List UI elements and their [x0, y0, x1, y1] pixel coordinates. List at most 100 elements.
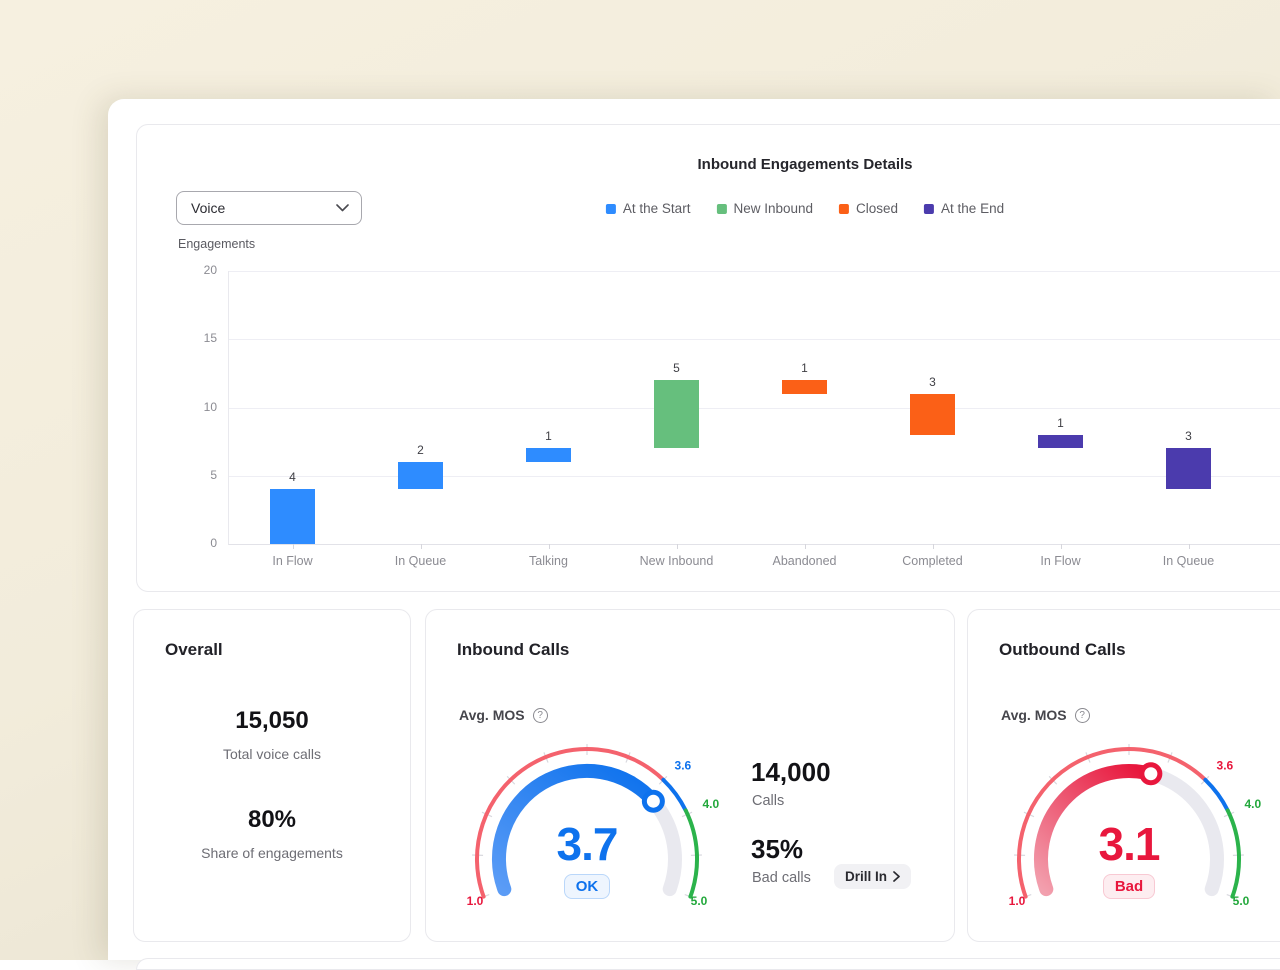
waterfall-bar-in-flow — [270, 489, 315, 544]
x-tick — [421, 544, 422, 549]
bar-value-label: 3 — [910, 375, 955, 389]
gauge-scale-label: 3.6 — [675, 759, 692, 773]
x-tick — [677, 544, 678, 549]
y-tick-label: 15 — [177, 331, 217, 345]
y-tick-label: 5 — [177, 468, 217, 482]
overall-card-title: Overall — [165, 640, 223, 660]
waterfall-bar-in-queue — [1166, 448, 1211, 489]
outbound-mos-value: 3.1 — [1029, 817, 1229, 871]
bar-value-label: 1 — [782, 361, 827, 375]
waterfall-bar-new-inbound — [654, 380, 699, 448]
bad-calls-label: Bad calls — [752, 870, 811, 886]
x-category-label: In Queue — [1129, 554, 1249, 568]
inbound-engagements-card: Inbound Engagements Details Voice At the… — [136, 124, 1280, 592]
waterfall-bar-talking — [526, 448, 571, 462]
x-category-label: Completed — [873, 554, 993, 568]
share-of-engagements-value: 80% — [134, 806, 410, 834]
app-window: Inbound Engagements Details Voice At the… — [108, 99, 1280, 960]
gauge-scale-label: 4.0 — [702, 797, 719, 811]
drill-in-button[interactable]: Drill In — [834, 864, 911, 889]
legend-swatch — [924, 204, 934, 214]
bar-value-label: 4 — [270, 470, 315, 484]
gauge-zone-arc — [686, 810, 697, 896]
x-category-label: New Inbound — [617, 554, 737, 568]
gauge-scale-label: 5.0 — [691, 894, 708, 908]
gauge-zone-arc — [1228, 810, 1239, 896]
waterfall-bar-abandoned — [782, 380, 827, 394]
inbound-mos-value: 3.7 — [487, 817, 687, 871]
gridline — [229, 476, 1280, 477]
info-icon[interactable]: ? — [533, 708, 548, 723]
gridline — [229, 271, 1280, 272]
outbound-calls-title: Outbound Calls — [999, 640, 1126, 660]
gauge-scale-label: 3.6 — [1217, 759, 1234, 773]
bar-value-label: 3 — [1166, 429, 1211, 443]
x-tick — [933, 544, 934, 549]
bar-value-label: 1 — [526, 429, 571, 443]
gauge-knob — [644, 792, 662, 810]
chevron-right-icon — [893, 871, 900, 882]
gauge-zone-arc — [1205, 780, 1227, 811]
x-tick — [549, 544, 550, 549]
inbound-mos-status: OK — [517, 874, 657, 899]
desktop-background: Inbound Engagements Details Voice At the… — [0, 0, 1280, 960]
avg-mos-label: Avg. MOS — [459, 707, 525, 723]
legend-item-at-the-start[interactable]: At the Start — [606, 201, 691, 216]
legend-label: Closed — [856, 201, 898, 216]
gauge-scale-label: 1.0 — [1009, 894, 1026, 908]
x-tick — [1189, 544, 1190, 549]
x-category-label: Abandoned — [745, 554, 865, 568]
gauge-scale-label: 5.0 — [1233, 894, 1250, 908]
gauge-scale-label: 4.0 — [1244, 797, 1261, 811]
outbound-mos-status: Bad — [1059, 874, 1199, 899]
x-tick — [293, 544, 294, 549]
chart-title: Inbound Engagements Details — [697, 156, 912, 173]
total-voice-calls-value: 15,050 — [134, 707, 410, 735]
share-of-engagements-label: Share of engagements — [134, 845, 410, 863]
waterfall-bar-in-flow — [1038, 435, 1083, 449]
bar-value-label: 2 — [398, 443, 443, 457]
info-icon[interactable]: ? — [1075, 708, 1090, 723]
inbound-calls-title: Inbound Calls — [457, 640, 569, 660]
gridline — [229, 339, 1280, 340]
status-badge: Bad — [1103, 874, 1155, 899]
gauge-knob — [1142, 765, 1160, 783]
legend-swatch — [839, 204, 849, 214]
bar-value-label: 5 — [654, 361, 699, 375]
gauge-zone-arc — [663, 780, 685, 811]
calls-value: 14,000 — [751, 757, 831, 788]
y-tick-label: 10 — [177, 400, 217, 414]
total-voice-calls-label: Total voice calls — [134, 746, 410, 764]
waterfall-plot: 4In Flow2In Queue1Talking5New Inbound1Ab… — [228, 271, 1280, 545]
status-badge: OK — [564, 874, 611, 899]
legend-item-closed[interactable]: Closed — [839, 201, 898, 216]
legend-swatch — [716, 204, 726, 214]
outbound-calls-card: Outbound Calls Avg. MOS ? 1.0 3.6 4.0 5.0 3… — [967, 609, 1280, 942]
y-axis-label: Engagements — [178, 237, 255, 251]
chevron-down-icon — [336, 204, 349, 212]
drill-in-label: Drill In — [845, 869, 887, 884]
x-category-label: In Flow — [1001, 554, 1121, 568]
x-tick — [1061, 544, 1062, 549]
x-category-label: In Queue — [361, 554, 481, 568]
x-category-label: Talking — [489, 554, 609, 568]
legend-label: New Inbound — [733, 201, 813, 216]
y-tick-label: 0 — [177, 536, 217, 550]
bad-calls-value: 35% — [751, 834, 803, 865]
gauge-scale-label: 1.0 — [467, 894, 484, 908]
avg-mos-row: Avg. MOS ? — [1001, 707, 1090, 723]
x-tick — [805, 544, 806, 549]
calls-label: Calls — [752, 793, 784, 809]
waterfall-bar-in-queue — [398, 462, 443, 489]
overall-card: Overall 15,050 Total voice calls 80% Sha… — [133, 609, 411, 942]
channel-dropdown[interactable]: Voice — [176, 191, 362, 225]
legend-swatch — [606, 204, 616, 214]
legend-item-at-the-end[interactable]: At the End — [924, 201, 1004, 216]
legend-label: At the Start — [623, 201, 691, 216]
legend-item-new-inbound[interactable]: New Inbound — [716, 201, 813, 216]
avg-mos-row: Avg. MOS ? — [459, 707, 548, 723]
legend-label: At the End — [941, 201, 1004, 216]
channel-dropdown-value: Voice — [191, 200, 225, 216]
avg-mos-label: Avg. MOS — [1001, 707, 1067, 723]
waterfall-bar-completed — [910, 394, 955, 435]
